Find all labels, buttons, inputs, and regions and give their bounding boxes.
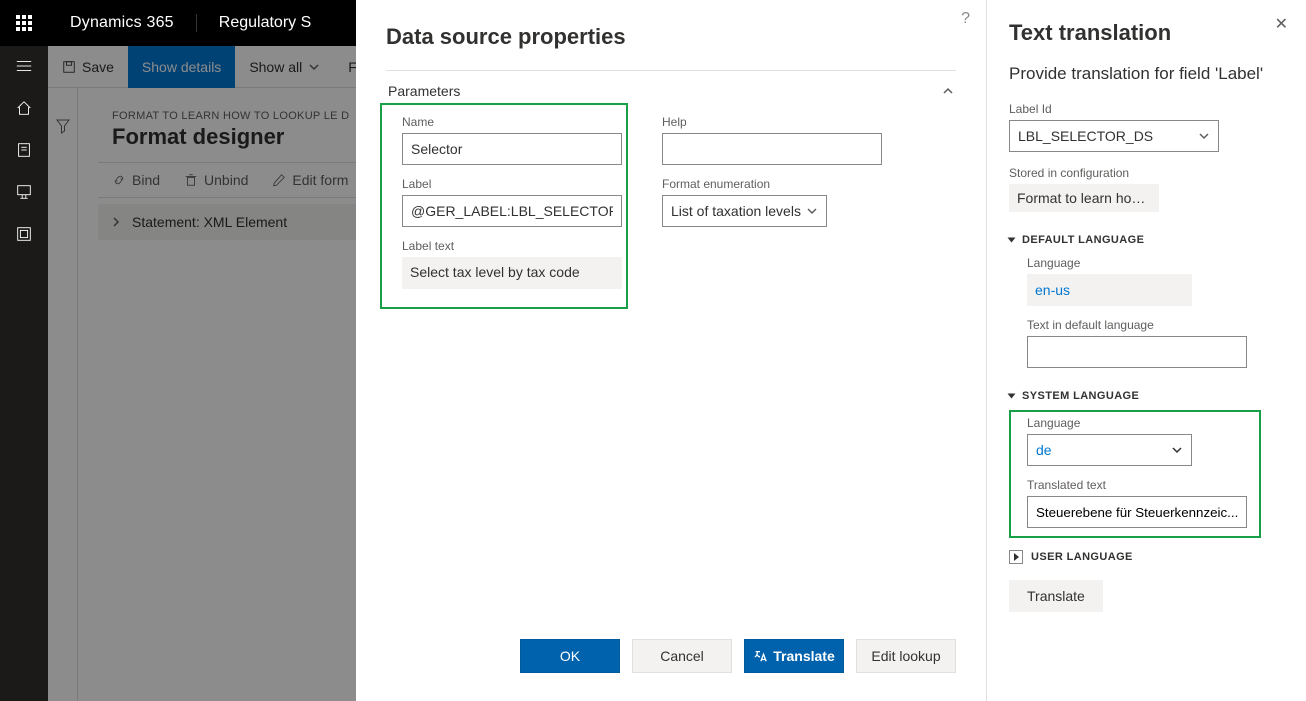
sys-text-label: Translated text <box>1027 478 1284 492</box>
sys-lang-value: de <box>1036 442 1052 458</box>
translate-icon <box>753 649 767 663</box>
def-text-input[interactable] <box>1027 336 1247 368</box>
close-button[interactable]: ✕ <box>1275 14 1288 34</box>
recent-icon[interactable] <box>14 140 34 160</box>
tt-title: Text translation <box>1009 20 1284 46</box>
right-column: Help Format enumeration List of taxation… <box>662 115 882 301</box>
left-column: Name Label Label text Select tax level b… <box>402 115 622 301</box>
label-text-label: Label text <box>402 239 622 253</box>
triangle-down-icon <box>1008 394 1016 399</box>
edit-lookup-button[interactable]: Edit lookup <box>856 639 956 673</box>
chevron-down-icon <box>806 205 818 217</box>
help-input[interactable] <box>662 133 882 165</box>
user-language-header[interactable]: USER LANGUAGE <box>1009 550 1284 564</box>
brand-module[interactable]: Regulatory S <box>196 14 334 32</box>
translate-action-button[interactable]: Translate <box>1009 580 1103 612</box>
chevron-up-icon <box>942 85 954 97</box>
labelid-value: LBL_SELECTOR_DS <box>1018 128 1153 144</box>
chevron-down-icon <box>1198 130 1210 142</box>
label-text-value: Select tax level by tax code <box>402 257 622 289</box>
label-label: Label <box>402 177 622 191</box>
triangle-down-icon <box>1008 238 1016 243</box>
module-icon[interactable] <box>14 224 34 244</box>
parameters-section-header[interactable]: Parameters <box>386 70 956 109</box>
left-nav-rail <box>0 46 48 701</box>
text-translation-panel: ✕ Text translation Provide translation f… <box>986 0 1306 701</box>
stored-value: Format to learn how t... <box>1009 184 1159 212</box>
translate-button[interactable]: Translate <box>744 639 844 673</box>
waffle-icon <box>16 15 32 31</box>
def-lang-value: en-us <box>1027 274 1192 306</box>
labelid-label: Label Id <box>1009 102 1284 116</box>
chevron-down-icon <box>1171 444 1183 456</box>
brand-dynamics[interactable]: Dynamics 365 <box>48 14 196 32</box>
help-button[interactable]: ? <box>961 10 970 28</box>
menu-icon[interactable] <box>14 56 34 76</box>
name-input[interactable] <box>402 133 622 165</box>
help-label: Help <box>662 115 882 129</box>
format-enum-value: List of taxation levels <box>671 203 801 219</box>
sys-text-input[interactable] <box>1027 496 1247 528</box>
expand-box-icon <box>1009 550 1023 564</box>
format-enum-select[interactable]: List of taxation levels <box>662 195 827 227</box>
panel-button-row: OK Cancel Translate Edit lookup <box>386 626 956 685</box>
sys-lang-select[interactable]: de <box>1027 434 1192 466</box>
system-language-header[interactable]: SYSTEM LANGUAGE <box>1009 390 1284 402</box>
home-icon[interactable] <box>14 98 34 118</box>
def-lang-label: Language <box>1027 256 1284 270</box>
default-language-header[interactable]: DEFAULT LANGUAGE <box>1009 234 1284 246</box>
def-text-label: Text in default language <box>1027 318 1284 332</box>
ok-button[interactable]: OK <box>520 639 620 673</box>
data-source-properties-panel: ? Data source properties Parameters Name… <box>356 0 986 701</box>
tt-subtitle: Provide translation for field 'Label' <box>1009 64 1284 84</box>
stored-label: Stored in configuration <box>1009 166 1284 180</box>
parameters-section-label: Parameters <box>388 83 460 99</box>
sys-lang-label: Language <box>1027 416 1284 430</box>
labelid-select[interactable]: LBL_SELECTOR_DS <box>1009 120 1219 152</box>
label-input[interactable] <box>402 195 622 227</box>
panel-title: Data source properties <box>386 24 956 50</box>
workspace-icon[interactable] <box>14 182 34 202</box>
name-label: Name <box>402 115 622 129</box>
format-enum-label: Format enumeration <box>662 177 882 191</box>
cancel-button[interactable]: Cancel <box>632 639 732 673</box>
app-launcher-button[interactable] <box>0 0 48 46</box>
